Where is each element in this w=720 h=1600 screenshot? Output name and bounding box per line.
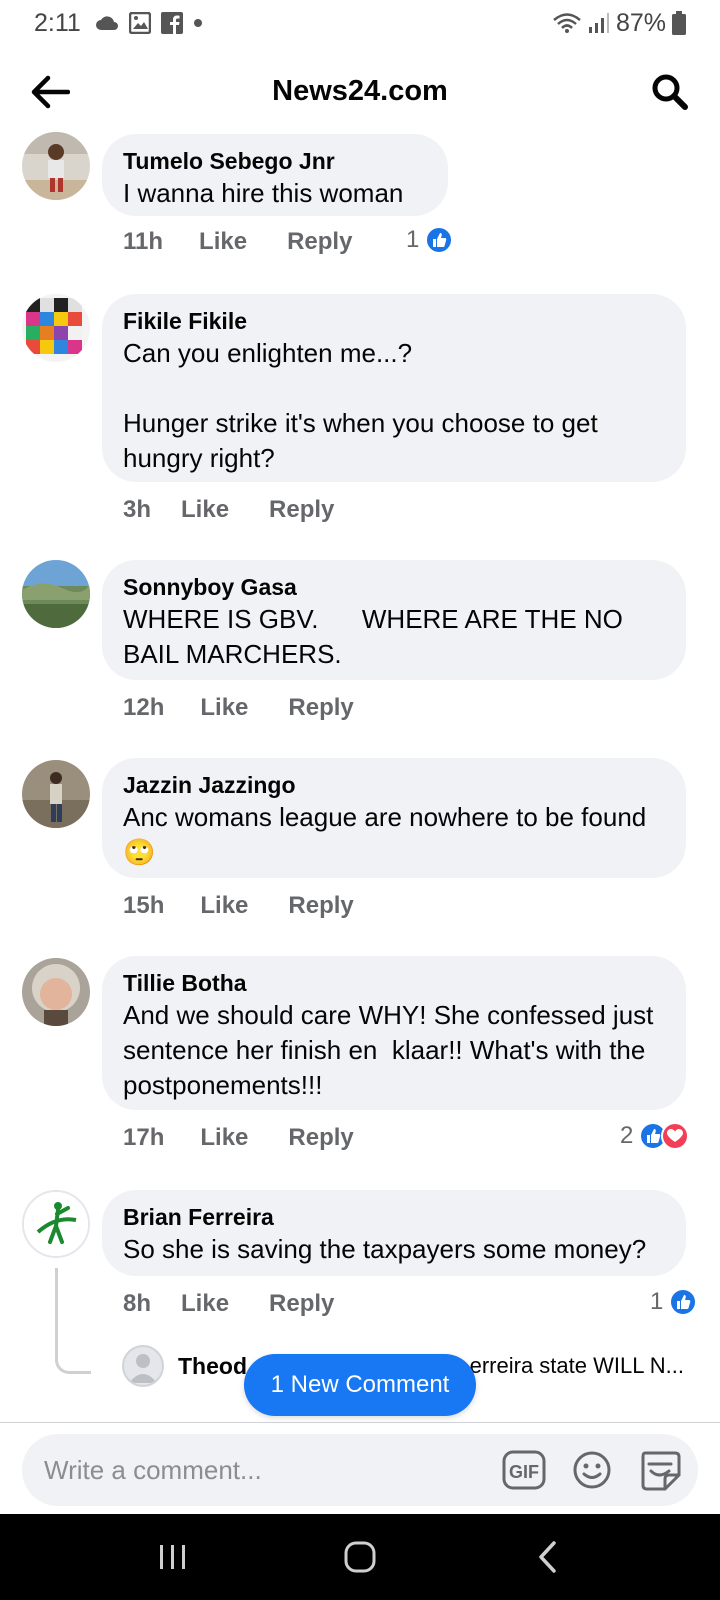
comment-bubble[interactable]: Tumelo Sebego Jnr I wanna hire this woma… bbox=[102, 134, 448, 216]
avatar[interactable] bbox=[22, 294, 90, 362]
status-right: 87% bbox=[552, 9, 686, 38]
comment-actions: 17h Like Reply bbox=[123, 1122, 354, 1154]
svg-text:GIF: GIF bbox=[509, 1462, 539, 1482]
comments-list: Tumelo Sebego Jnr I wanna hire this woma… bbox=[0, 128, 720, 1422]
like-button[interactable]: Like bbox=[200, 694, 248, 722]
image-icon bbox=[128, 12, 151, 34]
comment-time[interactable]: 12h bbox=[123, 694, 164, 722]
reaction-summary[interactable]: 2 bbox=[620, 1120, 690, 1152]
back-button[interactable] bbox=[28, 70, 72, 114]
reply-text: erreira state WILL N... bbox=[469, 1353, 684, 1378]
comment-text: Can you enlighten me...? Hunger strike i… bbox=[123, 338, 598, 473]
avatar[interactable] bbox=[122, 1345, 164, 1387]
search-icon bbox=[652, 74, 688, 110]
avatar[interactable] bbox=[22, 1190, 90, 1258]
reply-button[interactable]: Reply bbox=[288, 694, 353, 722]
avatar[interactable] bbox=[22, 132, 90, 200]
comment-composer: GIF bbox=[22, 1434, 698, 1506]
back-nav-button[interactable] bbox=[507, 1527, 587, 1587]
avatar[interactable] bbox=[22, 958, 90, 1026]
reaction-count: 1 bbox=[406, 226, 420, 253]
back-chevron-icon bbox=[538, 1541, 556, 1573]
comment-actions: 15h Like Reply bbox=[123, 890, 354, 922]
comment-actions: 3h Like Reply bbox=[123, 494, 334, 526]
comment-time[interactable]: 3h bbox=[123, 496, 151, 524]
comment-bubble[interactable]: Sonnyboy Gasa WHERE IS GBV. WHERE ARE TH… bbox=[102, 560, 686, 680]
reaction-count: 1 bbox=[650, 1288, 664, 1315]
comment-actions: 11h Like Reply bbox=[123, 226, 352, 258]
reply-button[interactable]: Reply bbox=[288, 892, 353, 920]
avatar[interactable] bbox=[22, 560, 90, 628]
comment-text: Anc womans league are nowhere to be foun… bbox=[123, 802, 654, 867]
comment-time[interactable]: 15h bbox=[123, 892, 164, 920]
comment-bubble[interactable]: Tillie Botha And we should care WHY! She… bbox=[102, 956, 686, 1110]
comment-input[interactable] bbox=[44, 1454, 482, 1486]
avatar[interactable] bbox=[22, 760, 90, 828]
status-bar: 2:11 87% bbox=[0, 0, 720, 46]
new-comment-button[interactable]: 1 New Comment bbox=[244, 1354, 476, 1416]
recents-button[interactable] bbox=[133, 1527, 213, 1587]
divider bbox=[0, 1422, 720, 1423]
like-button[interactable]: Like bbox=[199, 228, 247, 256]
comment-actions: 12h Like Reply bbox=[123, 692, 354, 724]
back-arrow-icon bbox=[31, 75, 70, 109]
reply-button[interactable]: Reply bbox=[269, 496, 334, 524]
like-button[interactable]: Like bbox=[181, 496, 229, 524]
recents-icon bbox=[160, 1545, 186, 1569]
reaction-summary[interactable]: 1 bbox=[650, 1286, 698, 1318]
comment-actions: 8h Like Reply bbox=[123, 1288, 334, 1320]
cloud-icon bbox=[95, 15, 119, 31]
facebook-icon bbox=[160, 12, 183, 34]
like-button[interactable]: Like bbox=[200, 892, 248, 920]
comment-author[interactable]: Tillie Botha bbox=[123, 968, 666, 998]
smiley-icon bbox=[573, 1451, 611, 1489]
comment-time[interactable]: 17h bbox=[123, 1124, 164, 1152]
comment-text: WHERE IS GBV. WHERE ARE THE NO BAIL MARC… bbox=[123, 604, 631, 669]
like-button[interactable]: Like bbox=[181, 1290, 229, 1318]
reply-button[interactable]: Reply bbox=[288, 1124, 353, 1152]
comment-bubble[interactable]: Brian Ferreira So she is saving the taxp… bbox=[102, 1190, 686, 1276]
comment-author[interactable]: Fikile Fikile bbox=[123, 306, 666, 336]
notification-icons bbox=[95, 12, 203, 34]
battery-percent: 87% bbox=[615, 8, 666, 37]
dot-icon bbox=[193, 18, 203, 28]
gif-icon: GIF bbox=[502, 1450, 546, 1490]
sticker-button[interactable] bbox=[634, 1444, 686, 1496]
like-reaction-icon bbox=[425, 226, 454, 254]
search-button[interactable] bbox=[648, 70, 692, 114]
wifi-icon bbox=[552, 12, 582, 34]
gif-button[interactable]: GIF bbox=[498, 1444, 550, 1496]
comment-text: And we should care WHY! She confessed ju… bbox=[123, 1000, 661, 1100]
comment-author[interactable]: Brian Ferreira bbox=[123, 1202, 666, 1232]
comment-author[interactable]: Jazzin Jazzingo bbox=[123, 770, 666, 800]
comment-text: So she is saving the taxpayers some mone… bbox=[123, 1234, 647, 1264]
comment-bubble[interactable]: Fikile Fikile Can you enlighten me...? H… bbox=[102, 294, 686, 482]
comment-bubble[interactable]: Jazzin Jazzingo Anc womans league are no… bbox=[102, 758, 686, 878]
signal-icon bbox=[588, 12, 610, 34]
app-header: News24.com bbox=[0, 60, 720, 122]
reply-author[interactable]: Theod bbox=[178, 1353, 247, 1380]
sticker-icon bbox=[641, 1451, 681, 1491]
thread-line bbox=[55, 1268, 91, 1374]
comment-time[interactable]: 8h bbox=[123, 1290, 151, 1318]
system-nav-bar bbox=[0, 1514, 720, 1600]
battery-icon bbox=[672, 11, 686, 35]
love-reaction-icon bbox=[661, 1122, 690, 1150]
comment-author[interactable]: Sonnyboy Gasa bbox=[123, 572, 666, 602]
reaction-summary[interactable]: 1 bbox=[406, 224, 454, 256]
home-button[interactable] bbox=[320, 1527, 400, 1587]
reply-button[interactable]: Reply bbox=[287, 228, 352, 256]
comment-author[interactable]: Tumelo Sebego Jnr bbox=[123, 146, 428, 176]
like-reaction-icon bbox=[669, 1288, 698, 1316]
status-time: 2:11 bbox=[34, 8, 81, 37]
comment-text: I wanna hire this woman bbox=[123, 178, 404, 208]
like-button[interactable]: Like bbox=[200, 1124, 248, 1152]
comment-time[interactable]: 11h bbox=[123, 228, 163, 256]
reply-button[interactable]: Reply bbox=[269, 1290, 334, 1318]
home-icon bbox=[344, 1541, 376, 1573]
emoji-button[interactable] bbox=[566, 1444, 618, 1496]
page-title: News24.com bbox=[272, 74, 448, 107]
reaction-count: 2 bbox=[620, 1122, 634, 1149]
